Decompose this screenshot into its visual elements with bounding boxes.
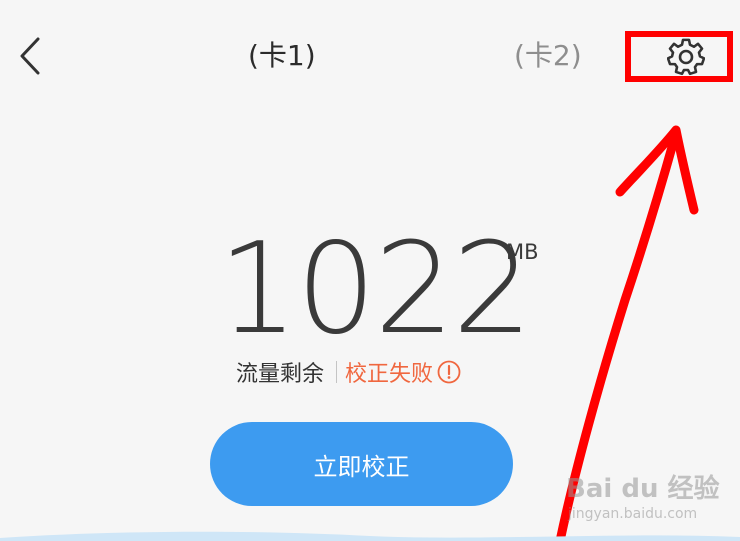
calibration-status: 校正失败 [345, 362, 434, 387]
usage-status-row: 流量剩余 校正失败 [236, 356, 461, 388]
back-button[interactable] [10, 32, 50, 80]
exclamation-circle-icon[interactable] [437, 360, 461, 384]
calibrate-now-button[interactable]: 立即校正 [210, 422, 513, 506]
watermark-url: jingyan.baidu.com [568, 506, 698, 522]
remaining-data-unit: MB [506, 240, 539, 264]
bottom-wave-decoration [0, 531, 740, 541]
chevron-left-icon [20, 37, 40, 75]
tab-sim1[interactable]: (卡1) [248, 36, 316, 76]
settings-button[interactable] [663, 34, 709, 80]
remaining-data-value: 1022 [218, 215, 533, 362]
status-divider [336, 361, 338, 383]
remaining-data-label: 流量剩余 [236, 362, 325, 387]
tab-sim2[interactable]: (卡2) [514, 36, 582, 76]
baidu-watermark: Bai du 经验 jingyan.baidu.com [566, 462, 734, 526]
traffic-screen: (卡1) (卡2) 1022 MB 流量剩余 校正失败 立即校正 Bai du … [0, 0, 740, 541]
gear-icon [667, 38, 705, 76]
watermark-brand: Bai du 经验 [566, 474, 720, 504]
